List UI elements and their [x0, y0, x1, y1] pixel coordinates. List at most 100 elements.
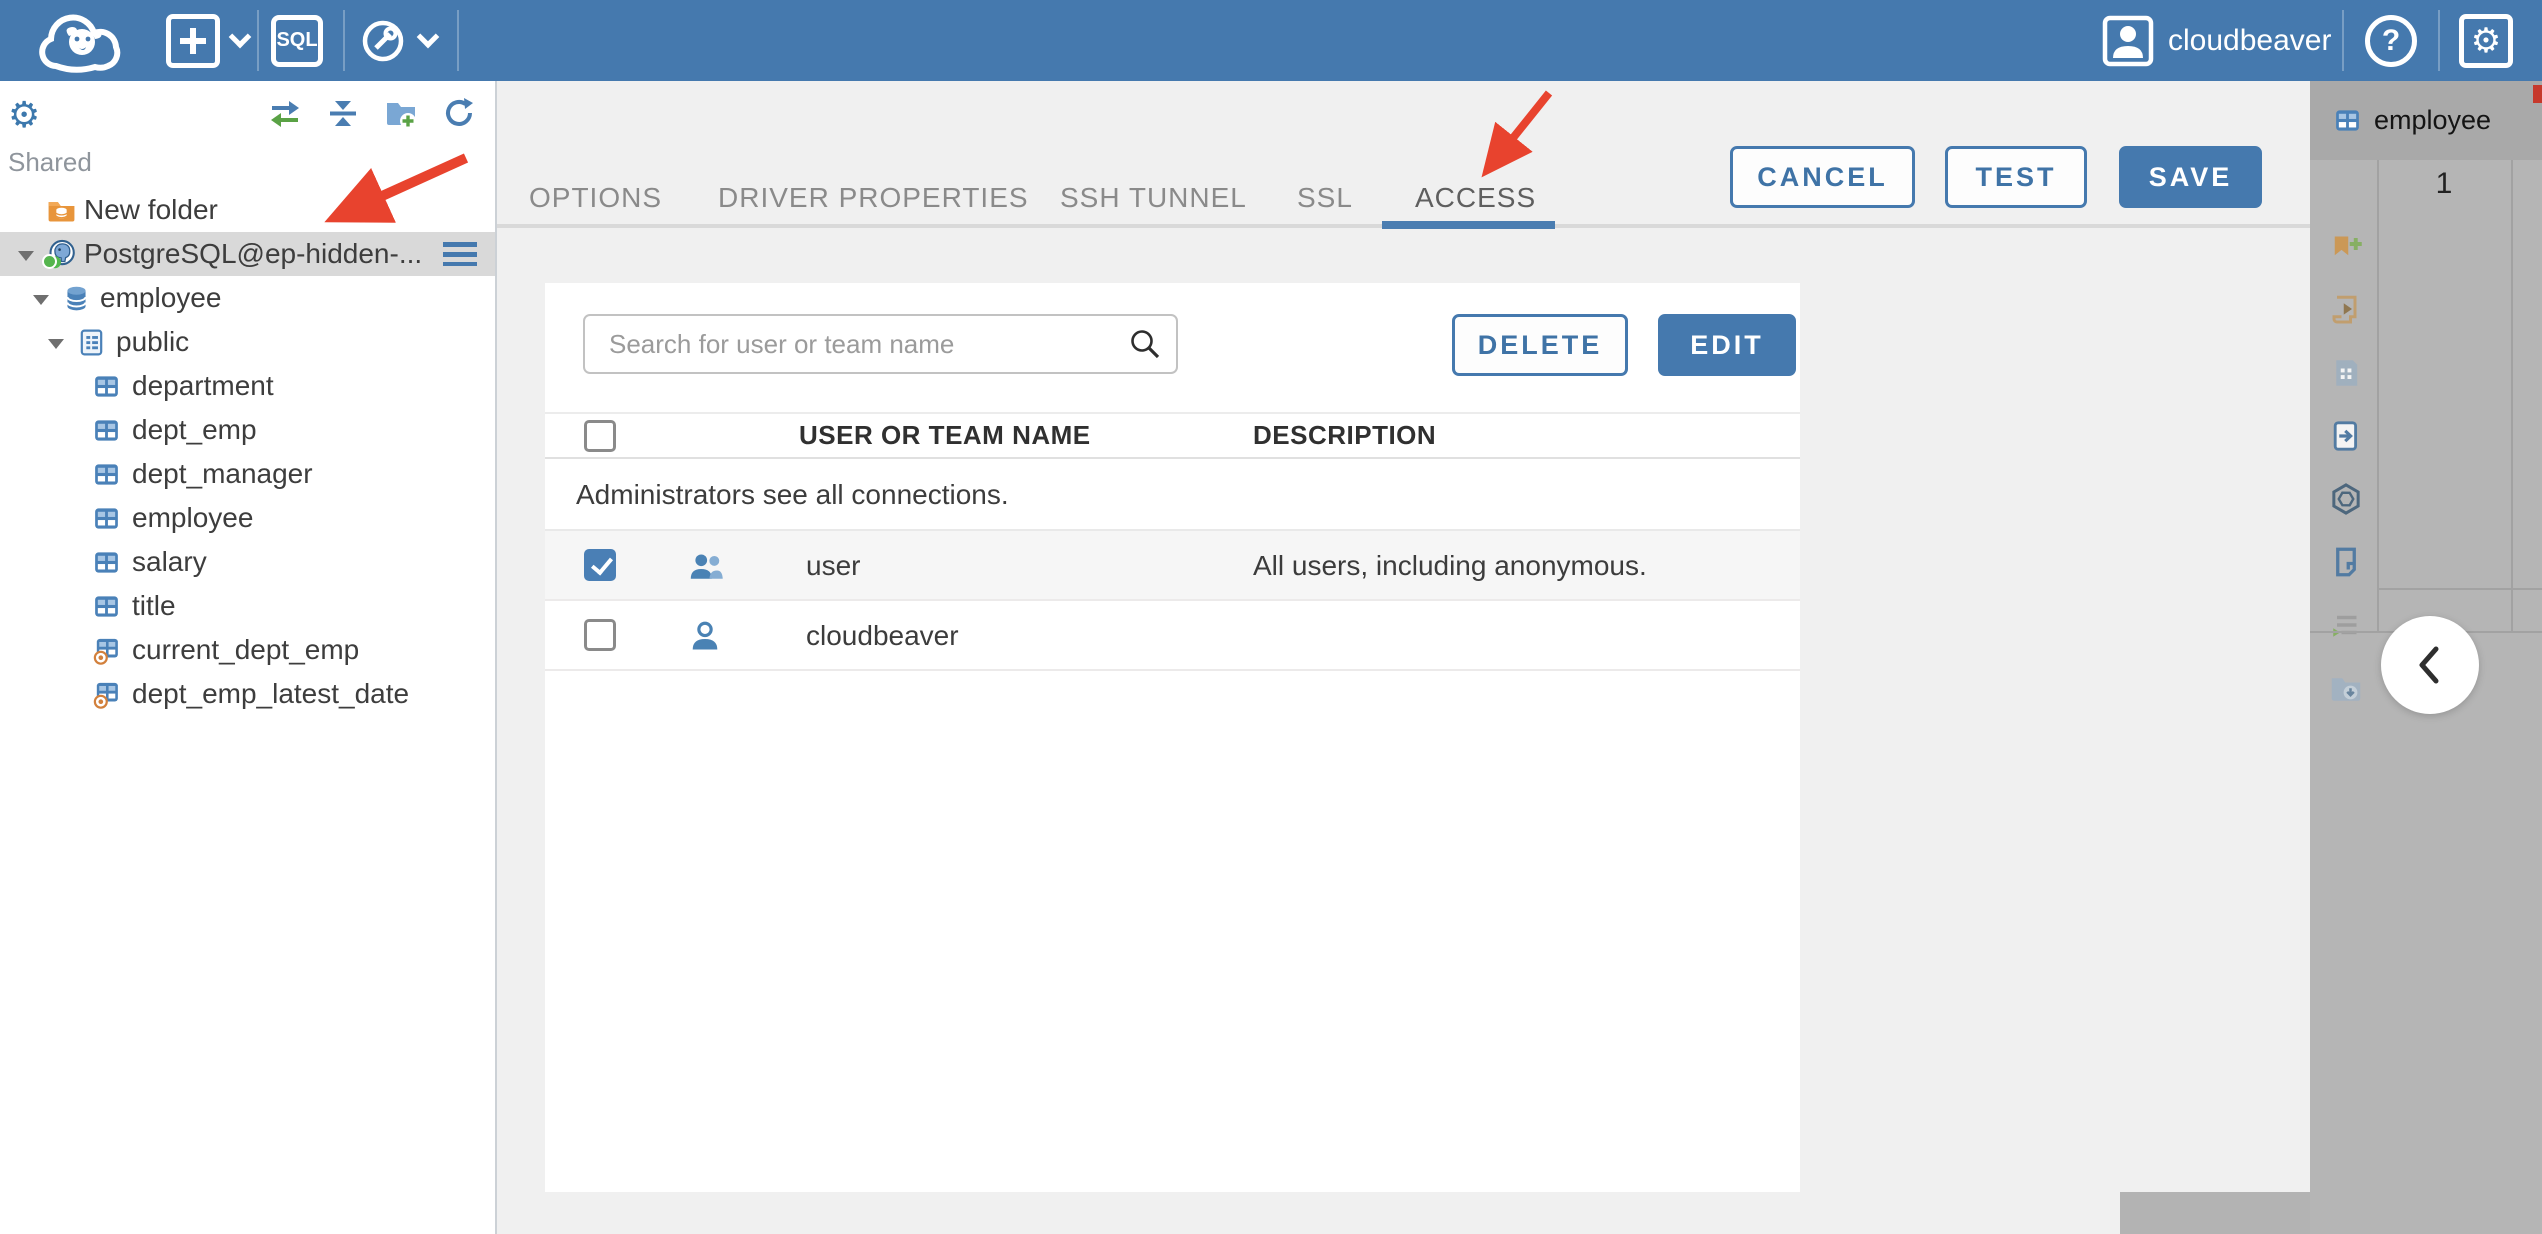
chevron-down-icon	[416, 25, 440, 48]
export-data-icon[interactable]	[2328, 418, 2364, 454]
tree-item-icon	[61, 283, 92, 314]
chevron-down-icon	[228, 25, 252, 48]
tree-item-label: dept_manager	[132, 458, 313, 489]
bookmark-add-icon[interactable]	[2328, 229, 2364, 265]
grid-line	[2511, 160, 2513, 632]
connection-settings-tab[interactable]: SSL	[1297, 177, 1353, 219]
tree-item-label: title	[132, 590, 176, 621]
grid-line	[2377, 588, 2542, 590]
tree-item[interactable]: salary	[0, 540, 495, 584]
item-menu-icon[interactable]	[443, 242, 477, 266]
tree-item[interactable]: public	[0, 320, 495, 364]
tree-item-icon	[91, 591, 122, 622]
connection-settings-tab[interactable]: OPTIONS	[529, 177, 662, 219]
expander-chevron-icon[interactable]	[18, 251, 34, 261]
execute-script-icon[interactable]	[2328, 292, 2364, 328]
refresh-tree-icon[interactable]	[441, 95, 477, 131]
tree-item-icon	[91, 635, 122, 666]
access-row-user[interactable]: user All users, including anonymous.	[545, 531, 1800, 601]
delete-button[interactable]: DELETE	[1452, 314, 1628, 376]
subject-name: user	[806, 550, 861, 581]
connection-settings-tab[interactable]: SSH TUNNEL	[1060, 177, 1247, 219]
tree-item[interactable]: current_dept_emp	[0, 628, 495, 672]
table-icon	[2332, 105, 2363, 136]
sync-connection-icon[interactable]	[267, 95, 303, 131]
access-table-header: USER OR TEAM NAME DESCRIPTION	[545, 412, 1800, 459]
tree-item[interactable]: dept_emp	[0, 408, 495, 452]
tree-item[interactable]: PostgreSQL@ep-hidden-...	[0, 232, 495, 276]
connection-tools-button[interactable]	[358, 0, 440, 81]
tree-item-icon	[91, 459, 122, 490]
folder-import-icon[interactable]	[2328, 670, 2364, 706]
tab-label: OPTIONS	[529, 182, 663, 213]
active-tab-underline	[1382, 221, 1555, 229]
tree-item-label: current_dept_emp	[132, 634, 360, 665]
cancel-button[interactable]: CANCEL	[1730, 146, 1915, 208]
select-all-checkbox[interactable]	[584, 419, 616, 452]
tab-label: ACCESS	[1415, 182, 1537, 213]
access-row-cloudbeaver[interactable]: cloudbeaver	[545, 601, 1800, 671]
row-checkbox[interactable]	[584, 549, 616, 581]
connection-settings-tab[interactable]: ACCESS	[1415, 177, 1536, 219]
search-field-wrap	[583, 314, 1178, 374]
subject-type-icon	[687, 618, 723, 654]
tree-item[interactable]: department	[0, 364, 495, 408]
tree-item[interactable]: title	[0, 584, 495, 628]
collapse-all-icon[interactable]	[325, 95, 361, 131]
tree-item[interactable]: employee	[0, 276, 495, 320]
tree-item[interactable]: dept_emp_latest_date	[0, 672, 495, 716]
expander-chevron-icon[interactable]	[33, 295, 49, 305]
connection-settings-tab[interactable]: DRIVER PROPERTIES	[718, 177, 1029, 219]
tab-employee[interactable]: employee	[2310, 81, 2542, 160]
user-menu-button[interactable]: cloudbeaver	[2102, 0, 2331, 81]
new-connection-button[interactable]	[166, 0, 252, 81]
header-divider	[2438, 10, 2440, 71]
header-divider	[457, 10, 459, 71]
user-name-label: cloudbeaver	[2168, 23, 2332, 57]
tab-label: DRIVER PROPERTIES	[718, 182, 1029, 213]
connection-status-dot	[42, 254, 57, 269]
subject-description: All users, including anonymous.	[1253, 550, 1647, 581]
execute-list-icon[interactable]	[2328, 607, 2364, 643]
tree-item-icon	[91, 679, 122, 710]
settings-button[interactable]: ⚙	[2459, 0, 2513, 81]
row-checkbox[interactable]	[584, 619, 616, 651]
app-header: SQL cloudbeaver ? ⚙	[0, 0, 2542, 81]
add-folder-icon[interactable]	[383, 95, 419, 131]
tree-item-icon	[91, 371, 122, 402]
tree-item-icon	[46, 195, 77, 226]
expander-chevron-icon[interactable]	[48, 339, 64, 349]
access-panel: DELETE EDIT USER OR TEAM NAME DESCRIPTIO…	[545, 283, 1800, 1192]
gear-icon: ⚙	[2459, 13, 2513, 68]
tree-item[interactable]: employee	[0, 496, 495, 540]
collapse-panel-button[interactable]	[2381, 616, 2479, 714]
tree-item-label: dept_emp_latest_date	[132, 678, 410, 709]
user-avatar-icon	[2102, 15, 2154, 67]
tree-item[interactable]: dept_manager	[0, 452, 495, 496]
search-input[interactable]	[583, 314, 1178, 374]
grid-document-icon[interactable]	[2328, 355, 2364, 391]
tree-item-label: employee	[100, 282, 222, 313]
tree-item-label: dept_emp	[132, 414, 257, 445]
header-divider	[257, 10, 259, 71]
subject-type-icon	[687, 548, 723, 584]
navigator-sidebar: ⚙ Shared New folder PostgreSQL@ep-hidden…	[0, 81, 497, 1234]
cloudbeaver-app: SQL cloudbeaver ? ⚙ ⚙ Shared New folder …	[0, 0, 2542, 1234]
tree-item[interactable]: New folder	[0, 188, 495, 232]
search-icon[interactable]	[1128, 327, 1162, 361]
grid-row-number: 1	[2435, 167, 2453, 200]
test-button[interactable]: TEST	[1945, 146, 2087, 208]
tree-section-label: Shared	[8, 147, 92, 177]
navigator-settings-gear-icon[interactable]: ⚙	[8, 97, 40, 133]
column-header-name: USER OR TEAM NAME	[799, 420, 1091, 450]
tab-label: SSH TUNNEL	[1060, 182, 1247, 213]
ai-assistant-icon[interactable]	[2328, 481, 2364, 517]
red-arrow-to-access-tab	[1481, 90, 1553, 178]
script-frame-icon[interactable]	[2328, 544, 2364, 580]
wrench-icon	[358, 16, 408, 66]
chevron-left-icon	[2419, 646, 2439, 684]
sql-editor-button[interactable]: SQL	[271, 0, 323, 81]
help-button[interactable]: ?	[2365, 0, 2417, 81]
edit-button[interactable]: EDIT	[1658, 314, 1796, 376]
save-button[interactable]: SAVE	[2119, 146, 2262, 208]
